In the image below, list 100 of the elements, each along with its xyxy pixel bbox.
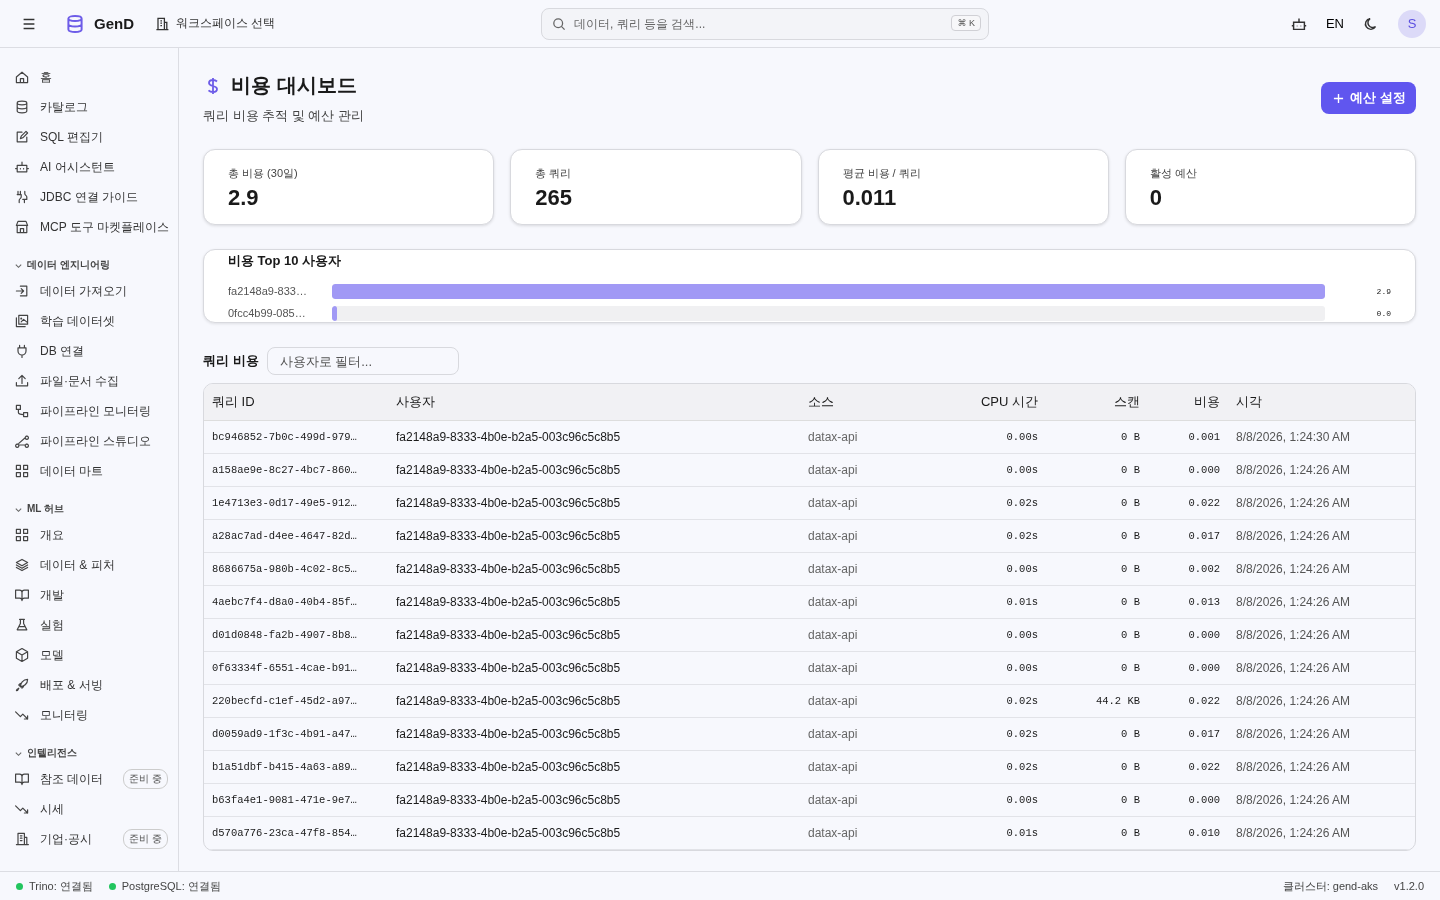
table-cell: 0.000 [1148, 618, 1228, 652]
table-cell: 0.02s [930, 486, 1046, 520]
plus-icon [1333, 92, 1345, 104]
section-header[interactable]: ML 허브 [14, 496, 65, 520]
column-header[interactable]: CPU 시간 [930, 384, 1046, 421]
column-header[interactable]: 소스 [800, 384, 930, 421]
nav-item[interactable]: 데이터 & 피처 [14, 550, 168, 580]
nav-item[interactable]: 홈 [14, 62, 168, 92]
book-icon [14, 771, 30, 787]
pencil-icon [14, 129, 30, 145]
nav-item[interactable]: 파이프라인 스튜디오 [14, 426, 168, 456]
nav-item[interactable]: 배포 & 서빙 [14, 670, 168, 700]
table-cell: 8/8/2026, 1:24:26 AM [1228, 651, 1415, 685]
nav-item[interactable]: 실험 [14, 610, 168, 640]
nav-item[interactable]: 개발 [14, 580, 168, 610]
nav-label: 개발 [40, 586, 65, 604]
section-title: 쿼리 비용 [203, 352, 259, 370]
table-cell: datax-api [800, 486, 930, 520]
chart-title: 비용 Top 10 사용자 [228, 252, 343, 270]
table-cell: 0.000 [1148, 651, 1228, 685]
table-cell: datax-api [800, 684, 930, 718]
column-header[interactable]: 쿼리 ID [204, 384, 388, 421]
section-header[interactable]: 인텔리전스 [14, 740, 77, 764]
nav-label: 파일·문서 수집 [40, 372, 121, 390]
nav-item[interactable]: 데이터 마트 [14, 456, 168, 486]
user-avatar[interactable]: S [1398, 9, 1426, 38]
table-cell: 8/8/2026, 1:24:26 AM [1228, 816, 1415, 850]
bar-value: 0.0 [1375, 308, 1391, 318]
stat-label: 총 비용 (30일) [228, 166, 299, 181]
nav-item[interactable]: JDBC 연결 가이드 [14, 182, 168, 212]
nav-item[interactable]: 참조 데이터 준비 중 [14, 764, 168, 794]
table-cell: datax-api [800, 453, 930, 487]
nav-item[interactable]: 파일·문서 수집 [14, 366, 168, 396]
column-header[interactable]: 스캔 [1046, 384, 1148, 421]
nav-item[interactable]: DB 연결 [14, 336, 168, 366]
table-cell: 0.00s [930, 552, 1046, 586]
table-cell: 8/8/2026, 1:24:26 AM [1228, 552, 1415, 586]
nav-label: 카탈로그 [40, 98, 89, 116]
building-icon [154, 15, 170, 32]
nav-item[interactable]: 모니터링 [14, 700, 168, 730]
table-cell: 0 B [1046, 420, 1148, 454]
nav-item[interactable]: 파이프라인 모니터링 [14, 396, 168, 426]
nav-label: 홈 [40, 68, 53, 86]
table-cell: d0059ad9-1f3c-4b91-a47… [204, 717, 388, 751]
table-cell: 8686675a-980b-4c02-8c5… [204, 552, 388, 586]
table-cell: 8/8/2026, 1:24:26 AM [1228, 585, 1415, 619]
nav-item[interactable]: SQL 편집기 [14, 122, 168, 152]
user-label: fa2148a9-833… [228, 285, 308, 297]
stat-label: 활성 예산 [1149, 166, 1198, 181]
table-cell: 0.001 [1148, 420, 1228, 454]
table-cell: 8/8/2026, 1:24:26 AM [1228, 453, 1415, 487]
table-cell: 0 B [1046, 783, 1148, 817]
nav-item[interactable]: 개요 [14, 520, 168, 550]
language-button[interactable]: EN [1325, 16, 1344, 31]
column-header[interactable]: 비용 [1148, 384, 1228, 421]
table-cell: fa2148a9-8333-4b0e-b2a5-003c96c5c8b5 [388, 684, 800, 718]
grid-icon [14, 527, 30, 543]
table-cell: d570a776-23ca-47f8-854… [204, 816, 388, 850]
table-cell: fa2148a9-8333-4b0e-b2a5-003c96c5c8b5 [388, 453, 800, 487]
flask-icon [14, 617, 30, 633]
nav-label: 파이프라인 모니터링 [40, 402, 153, 420]
section-header[interactable]: 데이터 엔지니어링 [14, 252, 110, 276]
table-cell: fa2148a9-8333-4b0e-b2a5-003c96c5c8b5 [388, 651, 800, 685]
user-label: 0fcc4b99-085… [228, 307, 307, 319]
nav-item[interactable]: 모델 [14, 640, 168, 670]
search-icon [550, 15, 567, 32]
table-cell: datax-api [800, 750, 930, 784]
table-cell: datax-api [800, 519, 930, 553]
nav-item[interactable]: MCP 도구 마켓플레이스 [14, 212, 168, 242]
nav-item[interactable]: 학습 데이터셋 [14, 306, 168, 336]
nav-item[interactable]: 시세 [14, 794, 168, 824]
table-cell: datax-api [800, 420, 930, 454]
nav-label: JDBC 연결 가이드 [40, 188, 139, 206]
upload-icon [14, 373, 30, 389]
table-cell: fa2148a9-8333-4b0e-b2a5-003c96c5c8b5 [388, 816, 800, 850]
table-cell: 0.01s [930, 585, 1046, 619]
workspace-selector[interactable]: 워크스페이스 선택 [154, 15, 276, 32]
nav-label: 개요 [40, 526, 65, 544]
budget-button[interactable]: 예산 설정 [1321, 82, 1416, 114]
table-cell: 220becfd-c1ef-45d2-a97… [204, 684, 388, 718]
filter-field[interactable]: 사용자로 필터... [266, 347, 459, 375]
cluster-name: 클러스터: gend-aks [1282, 878, 1379, 894]
nav-item[interactable]: 기업·공시 준비 중 [14, 824, 168, 854]
rocket-icon [14, 677, 30, 693]
table-cell: 8/8/2026, 1:24:30 AM [1228, 420, 1415, 454]
column-header[interactable]: 사용자 [388, 384, 800, 421]
nav-label: DB 연결 [40, 342, 85, 360]
nav-item[interactable]: 데이터 가져오기 [14, 276, 168, 306]
column-header[interactable]: 시각 [1228, 384, 1415, 421]
table-cell: datax-api [800, 618, 930, 652]
layers-icon [14, 557, 30, 573]
table-cell: 1e4713e3-0d17-49e5-912… [204, 486, 388, 520]
cube-icon [14, 647, 30, 663]
table-cell: d01d0848-fa2b-4907-8b8… [204, 618, 388, 652]
table-cell: 0.02s [930, 750, 1046, 784]
nav-item[interactable]: AI 어시스턴트 [14, 152, 168, 182]
nav-item[interactable]: 카탈로그 [14, 92, 168, 122]
status-badge: 준비 중 [123, 769, 168, 789]
table-cell: 8/8/2026, 1:24:26 AM [1228, 519, 1415, 553]
table-cell: fa2148a9-8333-4b0e-b2a5-003c96c5c8b5 [388, 420, 800, 454]
